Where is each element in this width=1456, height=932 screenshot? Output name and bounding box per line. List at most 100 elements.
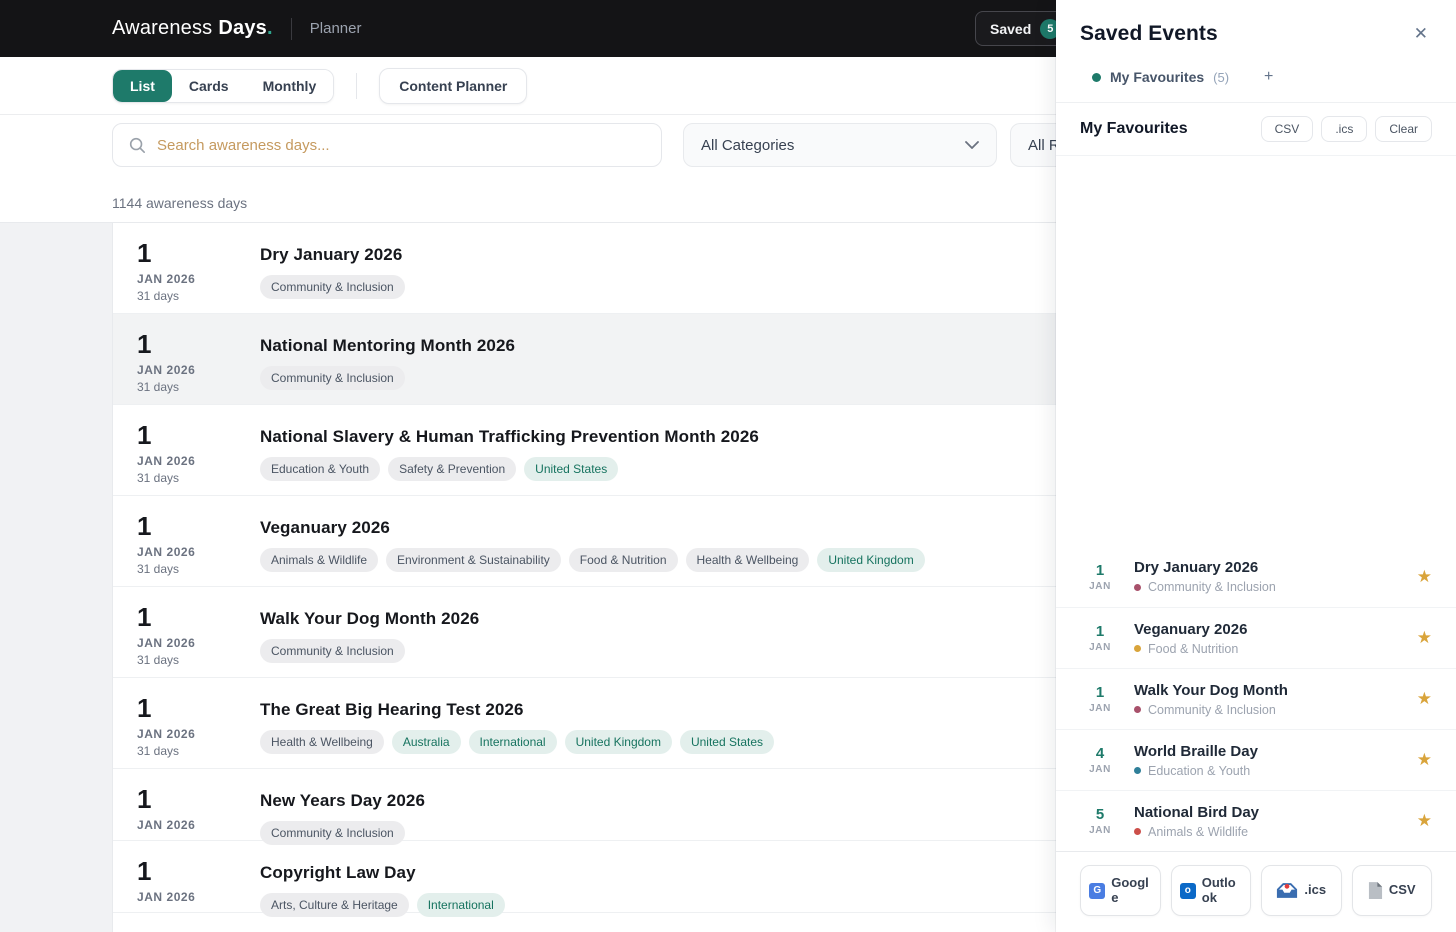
event-title: The Great Big Hearing Test 2026: [260, 700, 524, 719]
saved-item-body: Dry January 2026 Community & Inclusion: [1134, 559, 1417, 594]
saved-item-day: 1: [1095, 561, 1105, 579]
saved-item-day: 1: [1095, 623, 1105, 640]
tag-teal: United Kingdom: [564, 730, 672, 754]
saved-item-category: Education & Youth: [1134, 764, 1417, 778]
row-month-year: JAN 2026: [137, 272, 196, 287]
tag-gray: Education & Youth: [260, 457, 381, 481]
row-month-year: JAN 2026: [137, 727, 196, 742]
clear-button[interactable]: Clear: [1375, 116, 1432, 142]
row-day-number: 1: [137, 511, 152, 541]
export-csv-button[interactable]: CSV: [1351, 865, 1432, 916]
row-duration: 31 days: [137, 562, 180, 577]
row-month-year: JAN 2026: [137, 636, 196, 651]
export-google-button[interactable]: G Google: [1080, 865, 1161, 916]
saved-item-date: 1 JAN: [1080, 562, 1120, 592]
saved-items-list: 1 JAN Dry January 2026 Community & Inclusio…: [1056, 546, 1456, 851]
row-duration: 31 days: [137, 653, 180, 668]
row-date: 1 JAN 2026: [137, 841, 260, 912]
saved-item-category: Community & Inclusion: [1134, 580, 1417, 594]
row-month-year: JAN 2026: [137, 545, 196, 560]
export-ics-button[interactable]: .ics: [1261, 865, 1342, 916]
tag-list: Education & Youth Safety & Prevention Unit…: [260, 457, 759, 481]
tab-list[interactable]: List: [113, 69, 172, 102]
row-day-number: 1: [137, 856, 152, 886]
export-outlook-button[interactable]: o Outlook: [1170, 865, 1251, 916]
category-dropdown[interactable]: All Categories: [683, 123, 997, 167]
row-duration: 31 days: [137, 380, 180, 395]
row-body: National Slavery & Human Trafficking Pre…: [260, 405, 759, 495]
row-month-year: JAN 2026: [137, 818, 196, 833]
saved-event-item[interactable]: 1 JAN Walk Your Dog Month Community & Inclu…: [1056, 668, 1456, 729]
tag-teal: International: [416, 893, 505, 917]
csv-file-icon: [1368, 881, 1383, 900]
export-button-label: .ics: [1304, 882, 1327, 898]
saved-item-month: JAN: [1089, 764, 1111, 775]
star-icon[interactable]: ★: [1417, 750, 1432, 770]
favourites-tab-row: My Favourites (5) +: [1056, 56, 1456, 103]
star-icon[interactable]: ★: [1417, 567, 1432, 587]
event-title: National Slavery & Human Trafficking Pre…: [260, 427, 759, 446]
star-icon[interactable]: ★: [1417, 689, 1432, 709]
export-bar: G Google o Outlook .ics CSV: [1056, 851, 1456, 932]
row-duration: 31 days: [137, 744, 180, 759]
row-date: 1 JAN 2026 31 days: [137, 223, 260, 313]
tag-gray: Food & Nutrition: [568, 548, 678, 572]
row-date: 1 JAN 2026 31 days: [137, 496, 260, 586]
search-input[interactable]: [157, 136, 646, 154]
panel-title: Saved Events: [1080, 22, 1218, 45]
tab-monthly[interactable]: Monthly: [245, 69, 334, 102]
row-body: Dry January 2026 Community & Inclusion: [260, 223, 405, 313]
export-button-label: CSV: [1388, 882, 1416, 898]
row-body: Copyright Law Day Arts, Culture & Heritag…: [260, 841, 505, 917]
event-title: Dry January 2026: [260, 245, 403, 264]
saved-item-month: JAN: [1089, 825, 1111, 836]
brand-logo: Awareness Days.: [112, 17, 273, 40]
event-title: National Mentoring Month 2026: [260, 336, 516, 355]
google-calendar-icon: G: [1089, 882, 1106, 899]
saved-event-item[interactable]: 1 JAN Veganuary 2026 Food & Nutrition ★: [1056, 607, 1456, 668]
row-day-number: 1: [137, 329, 152, 359]
search-box[interactable]: [112, 123, 662, 167]
app-subtitle: Planner: [309, 20, 362, 37]
tag-teal: United States: [679, 730, 775, 754]
ics-button[interactable]: .ics: [1321, 116, 1368, 142]
category-label: Food & Nutrition: [1148, 641, 1239, 656]
export-button-label: Google: [1111, 874, 1149, 905]
star-icon[interactable]: ★: [1417, 628, 1432, 648]
saved-item-month: JAN: [1089, 703, 1111, 714]
saved-item-day: 1: [1095, 684, 1105, 701]
category-dot-icon: [1134, 828, 1141, 835]
tag-gray: Health & Wellbeing: [260, 730, 384, 754]
saved-event-item[interactable]: 5 JAN National Bird Day Animals & Wildlife ★: [1056, 790, 1456, 851]
favourites-section-title: My Favourites: [1080, 120, 1188, 137]
tag-gray: Environment & Sustainability: [386, 548, 561, 572]
add-list-button[interactable]: +: [1264, 68, 1273, 86]
content-planner-button[interactable]: Content Planner: [379, 67, 528, 104]
row-date: 1 JAN 2026 31 days: [137, 587, 260, 677]
star-icon[interactable]: ★: [1417, 811, 1432, 831]
close-icon[interactable]: ✕: [1410, 20, 1432, 48]
favourites-tab[interactable]: My Favourites: [1110, 69, 1204, 85]
row-body: Veganuary 2026 Animals & Wildlife Environm…: [260, 496, 925, 586]
saved-item-month: JAN: [1089, 642, 1111, 653]
tag-gray: Arts, Culture & Heritage: [260, 893, 409, 917]
saved-item-title: Veganuary 2026: [1134, 620, 1248, 638]
csv-button[interactable]: CSV: [1260, 116, 1314, 142]
tag-teal: United States: [524, 457, 619, 481]
tag-gray: Community & Inclusion: [260, 639, 405, 663]
tag-list: Community & Inclusion: [260, 366, 515, 390]
saved-event-item[interactable]: 1 JAN Dry January 2026 Community & Inclusio…: [1056, 546, 1456, 607]
category-dot-icon: [1134, 645, 1141, 652]
brand-dot: .: [267, 17, 273, 39]
tag-gray: Health & Wellbeing: [685, 548, 810, 572]
row-day-number: 1: [137, 784, 152, 814]
saved-item-date: 1 JAN: [1080, 623, 1120, 653]
row-month-year: JAN 2026: [137, 890, 196, 905]
saved-item-body: World Braille Day Education & Youth: [1134, 743, 1417, 778]
saved-item-day: 4: [1095, 745, 1105, 762]
saved-item-title: National Bird Day: [1134, 803, 1260, 821]
category-dropdown-value: All Categories: [701, 136, 795, 154]
tab-cards[interactable]: Cards: [171, 69, 246, 102]
saved-event-item[interactable]: 4 JAN World Braille Day Education & Youth ★: [1056, 729, 1456, 790]
row-body: The Great Big Hearing Test 2026 Health & …: [260, 678, 775, 768]
